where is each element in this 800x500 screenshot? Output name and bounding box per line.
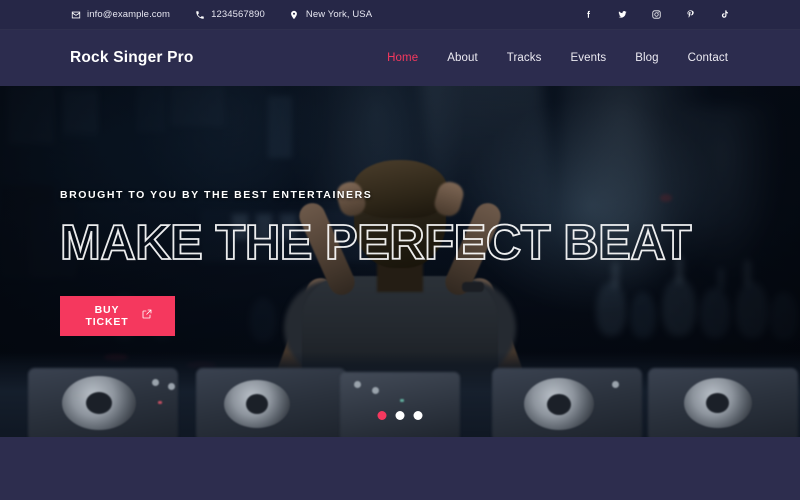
buy-ticket-button[interactable]: Buy Ticket [60, 295, 175, 336]
hero-eyebrow: BROUGHT TO YOU BY THE BEST ENTERTAINERS [60, 188, 373, 201]
slider-dot-1[interactable] [377, 411, 387, 420]
buy-ticket-label: Buy Ticket [85, 303, 129, 328]
nav-item-tracks[interactable]: Tracks [505, 48, 544, 68]
footer-strip [0, 437, 800, 500]
nav-item-about[interactable]: About [445, 48, 480, 68]
slider-pagination [377, 411, 423, 420]
nav-item-home[interactable]: Home [385, 48, 420, 68]
contact-phone[interactable]: 1234567890 [194, 9, 265, 20]
tiktok-icon[interactable] [718, 9, 730, 21]
main-navbar: Rock Singer Pro Home About Tracks Events… [0, 30, 800, 86]
contact-location[interactable]: New York, USA [289, 9, 372, 20]
contact-info-group: info@example.com 1234567890 New York, US… [70, 9, 372, 20]
envelope-icon [70, 9, 81, 20]
slider-dot-2[interactable] [395, 411, 405, 420]
contact-location-text: New York, USA [305, 9, 373, 20]
hero-headline: MAKE THE PERFECT BEAT [59, 215, 692, 270]
jog-wheel-center [706, 393, 729, 413]
instagram-icon[interactable] [650, 9, 662, 21]
contact-phone-text: 1234567890 [211, 9, 265, 20]
page-root: info@example.com 1234567890 New York, US… [0, 0, 800, 500]
phone-icon [194, 9, 205, 20]
nav-item-contact[interactable]: Contact [686, 48, 730, 68]
facebook-icon[interactable] [582, 9, 594, 21]
primary-navigation: Home About Tracks Events Blog Contact [385, 48, 730, 68]
hero-slider: BROUGHT TO YOU BY THE BEST ENTERTAINERS … [0, 86, 800, 438]
slider-dot-3[interactable] [413, 411, 423, 420]
nav-item-events[interactable]: Events [568, 48, 608, 68]
external-link-icon [141, 308, 153, 323]
site-logo[interactable]: Rock Singer Pro [70, 49, 194, 67]
social-links [582, 9, 730, 21]
hero-content: BROUGHT TO YOU BY THE BEST ENTERTAINERS … [59, 86, 692, 438]
top-info-bar: info@example.com 1234567890 New York, US… [0, 0, 800, 30]
location-pin-icon [289, 9, 300, 20]
nav-item-blog[interactable]: Blog [633, 48, 660, 68]
contact-email-text: info@example.com [87, 9, 171, 20]
twitter-icon[interactable] [616, 9, 628, 21]
pinterest-icon[interactable] [684, 9, 696, 21]
contact-email[interactable]: info@example.com [70, 9, 170, 20]
jog-wheel [684, 378, 752, 428]
